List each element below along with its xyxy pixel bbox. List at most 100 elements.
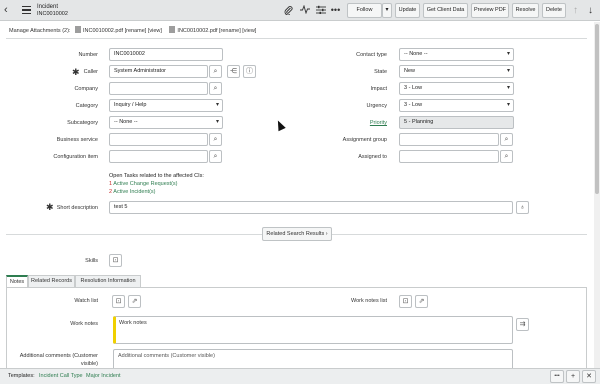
category-label: Category: [75, 103, 98, 109]
work-notes-list-label: Work notes list: [351, 298, 387, 304]
add-me-icon[interactable]: ⇗: [128, 295, 141, 308]
close-icon[interactable]: ✕: [582, 370, 596, 383]
urgency-select[interactable]: 3 - Low: [399, 99, 514, 112]
contact-type-select[interactable]: -- None --: [399, 48, 514, 61]
search-icon[interactable]: ⌕: [209, 82, 222, 95]
rename-link[interactable]: [rename]: [219, 28, 241, 34]
search-icon[interactable]: ⌕: [209, 65, 222, 78]
hamburger-menu-icon[interactable]: [22, 6, 31, 15]
delete-button[interactable]: Delete: [542, 3, 566, 18]
caller-field[interactable]: System Administrator: [109, 65, 208, 78]
view-link[interactable]: [view]: [148, 28, 162, 34]
attachment-file-2[interactable]: INC0010002.pdf: [177, 28, 217, 34]
record-number: INC0010002: [37, 11, 68, 17]
template-major-incident[interactable]: Major Incident: [86, 369, 121, 384]
configuration-item-field[interactable]: [109, 150, 208, 163]
search-icon[interactable]: ⌕: [500, 133, 513, 146]
get-client-data-button[interactable]: Get Client Data: [423, 3, 468, 18]
attachment-file-1[interactable]: INC0010002.pdf: [83, 28, 123, 34]
category-select[interactable]: Inquiry / Help: [109, 99, 223, 112]
divider: [6, 38, 587, 39]
record-type-title: Incident: [37, 4, 59, 10]
assignment-group-label: Assignment group: [342, 137, 387, 143]
number-label: Number: [78, 52, 98, 58]
add-template-icon[interactable]: +: [566, 370, 580, 383]
short-description-field[interactable]: test 5: [109, 201, 513, 214]
follow-button[interactable]: Follow: [347, 3, 382, 18]
assignment-group-field[interactable]: [399, 133, 499, 146]
more-options-icon[interactable]: •••: [550, 370, 564, 383]
configuration-item-label: Configuration item: [53, 154, 98, 160]
pdf-file-icon: [74, 26, 81, 33]
info-icon[interactable]: ⓘ: [243, 65, 256, 78]
back-chevron-icon[interactable]: ‹: [4, 5, 16, 17]
active-change-requests-link[interactable]: Active Change Request(s): [113, 181, 177, 187]
search-icon[interactable]: ⌕: [209, 150, 222, 163]
watch-list-label: Watch list: [74, 298, 98, 304]
number-field[interactable]: INC0010002: [109, 48, 223, 61]
state-label: State: [374, 69, 387, 75]
manage-attachments-label[interactable]: Manage Attachments (2):: [9, 28, 70, 34]
urgency-label: Urgency: [366, 103, 387, 109]
lock-icon[interactable]: ⊡: [109, 254, 122, 267]
short-description-label: Short description: [56, 205, 98, 211]
update-button[interactable]: Update: [395, 3, 420, 18]
activity-icon[interactable]: [299, 4, 310, 16]
business-service-label: Business service: [56, 137, 98, 143]
skills-label: Skills: [85, 258, 98, 264]
search-icon[interactable]: ⌕: [209, 133, 222, 146]
additional-comments-label: Additional comments (Customer visible): [19, 353, 98, 367]
form-header: ‹ Incident INC0010002 ••• Follow ▾ Updat…: [0, 0, 600, 21]
preview-pdf-button[interactable]: Preview PDF: [471, 3, 509, 18]
post-icon[interactable]: ⇉: [516, 318, 529, 331]
work-notes-textarea[interactable]: Work notes: [113, 316, 513, 344]
scrollbar-thumb[interactable]: [595, 24, 599, 194]
company-field[interactable]: [109, 82, 208, 95]
share-icon[interactable]: ⋲: [227, 65, 240, 78]
search-icon[interactable]: ⌕: [500, 150, 513, 163]
mouse-cursor-icon: [274, 118, 286, 132]
contact-type-label: Contact type: [356, 52, 387, 58]
subcategory-select[interactable]: -- None --: [109, 116, 223, 129]
tab-related-records[interactable]: Related Records: [28, 275, 75, 287]
lock-icon[interactable]: ⊡: [399, 295, 412, 308]
incident-count: 2: [109, 189, 113, 195]
lock-icon[interactable]: ⊡: [112, 295, 125, 308]
templates-bar: Templates: Incident Call Type Major Inci…: [0, 368, 600, 384]
templates-label: Templates:: [8, 373, 35, 379]
lightbulb-icon[interactable]: ♁: [516, 201, 529, 214]
paperclip-icon[interactable]: [283, 5, 294, 16]
active-incidents-link[interactable]: Active Incident(s): [113, 189, 155, 195]
change-request-count: 1: [109, 181, 113, 187]
impact-select[interactable]: 3 - Low: [399, 82, 514, 95]
more-options-icon[interactable]: •••: [330, 5, 341, 16]
state-select[interactable]: New: [399, 65, 514, 78]
follow-dropdown-button[interactable]: ▾: [382, 3, 392, 18]
view-link[interactable]: [view]: [242, 28, 256, 34]
priority-link[interactable]: Priority: [300, 120, 387, 126]
subcategory-label: Subcategory: [67, 120, 98, 126]
work-notes-label: Work notes: [70, 321, 98, 327]
impact-label: Impact: [370, 86, 387, 92]
related-search-results-label: Related Search Results: [266, 231, 325, 237]
sliders-icon[interactable]: [315, 5, 326, 16]
previous-record-arrow-icon[interactable]: ↑: [570, 5, 581, 16]
tab-resolution-information[interactable]: Resolution Information: [75, 275, 141, 287]
business-service-field[interactable]: [109, 133, 208, 146]
pdf-file-icon: [169, 26, 176, 33]
next-record-arrow-icon[interactable]: ↓: [585, 5, 596, 16]
caller-label: Caller: [83, 69, 98, 75]
add-me-icon[interactable]: ⇗: [415, 295, 428, 308]
assigned-to-label: Assigned to: [358, 154, 387, 160]
attachments-row: Manage Attachments (2): INC0010002.pdf […: [9, 26, 256, 34]
related-search-results-button[interactable]: Related Search Results ›: [262, 227, 332, 241]
tab-notes[interactable]: Notes: [6, 275, 28, 287]
resolve-button[interactable]: Resolve: [512, 3, 539, 18]
assigned-to-field[interactable]: [399, 150, 499, 163]
open-tasks-title: Open Tasks related to the affected CIs:: [109, 173, 204, 179]
priority-field: 5 - Planning: [399, 116, 514, 129]
rename-link[interactable]: [rename]: [125, 28, 147, 34]
open-tasks-section: Open Tasks related to the affected CIs: …: [109, 172, 204, 196]
company-label: Company: [74, 86, 98, 92]
template-incident-call-type[interactable]: Incident Call Type: [39, 369, 83, 384]
